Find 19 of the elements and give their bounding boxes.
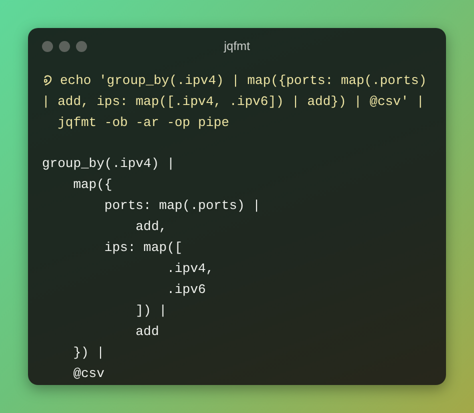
window-maximize-button[interactable] [76,40,87,52]
code-line: .ipv6 [166,281,206,299]
code-line: map({ [72,176,112,194]
code-line: ]) | [134,302,167,320]
window-minimize-button[interactable] [59,40,70,52]
window-title: jqfmt [224,38,250,55]
code-line: ports: map(.ports) | [103,197,260,215]
code-line: add, [134,218,167,236]
code-line: ips: map([ [103,239,182,257]
code-line: add [134,323,160,341]
prompt-icon [44,75,52,86]
command-line: jqfmt -ob -ar -op pipe [56,114,230,132]
command-line: | add, ips: map([.ipv4, .ipv6]) | add}) | @csv' | [42,93,424,111]
command-line: echo 'group_by(.ipv4) | map({ports: map(.ports) [60,72,427,90]
window-close-button[interactable] [42,40,53,52]
code-line: @csv [72,365,104,383]
code-line: .ipv4, [166,260,214,278]
code-line: group_by(.ipv4) | [42,155,175,173]
code-line: }) | [72,344,104,362]
